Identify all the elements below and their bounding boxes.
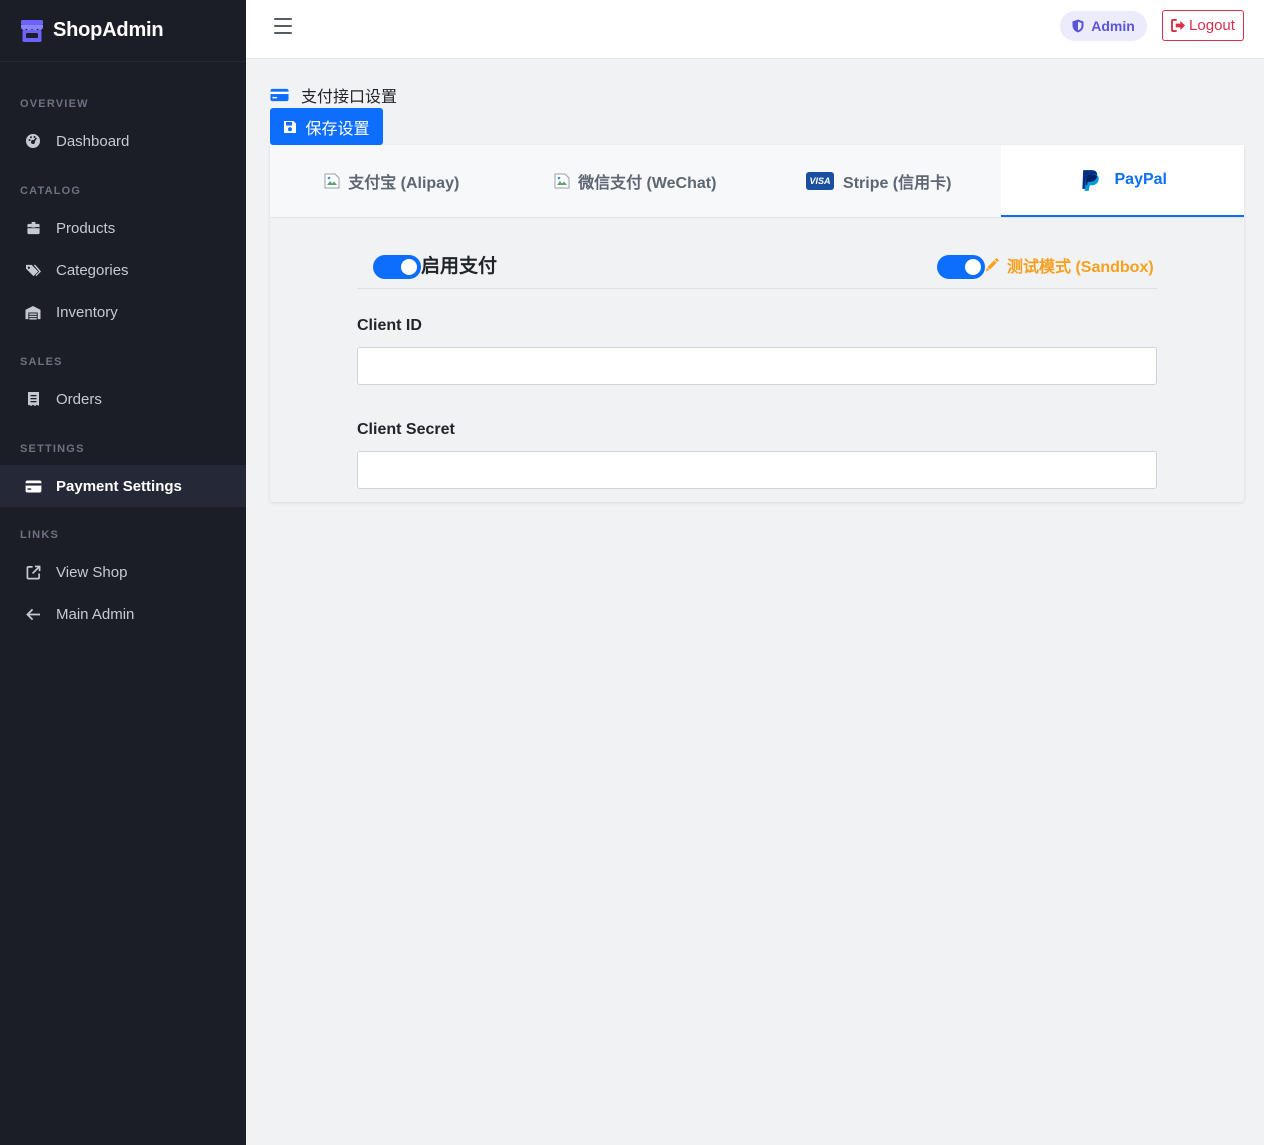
brand-name: ShopAdmin — [53, 19, 164, 41]
tab-label: Stripe (信用卡) — [843, 175, 952, 192]
client-id-input[interactable] — [357, 347, 1157, 385]
tab-wechat[interactable]: 微信支付 (WeChat) — [514, 145, 758, 217]
tags-icon — [24, 261, 42, 279]
client-secret-label: Client Secret — [357, 421, 455, 438]
paypal-pane: 启用支付 测试模式 (Sandbox) Client ID Client Sec… — [270, 218, 1244, 489]
brand[interactable]: ShopAdmin — [0, 0, 246, 62]
logout-button[interactable]: Logout — [1162, 10, 1244, 41]
paypal-icon — [1081, 169, 1099, 191]
enable-payment-label: 启用支付 — [421, 256, 498, 277]
sandbox-mode-text: 测试模式 (Sandbox) — [1007, 259, 1154, 276]
admin-label: Admin — [1091, 18, 1135, 34]
switch-row: 启用支付 测试模式 (Sandbox) — [357, 218, 1157, 289]
sidebar-item-dashboard[interactable]: Dashboard — [0, 120, 246, 162]
sidebar-item-label: Inventory — [56, 303, 118, 321]
logout-label: Logout — [1189, 17, 1235, 34]
sidebar-item-label: Main Admin — [56, 605, 135, 623]
box-icon — [24, 219, 42, 237]
receipt-icon — [24, 390, 42, 408]
sidebar-item-label: Payment Settings — [56, 477, 182, 495]
enable-payment-toggle[interactable] — [373, 255, 421, 279]
save-settings-button[interactable]: 保存设置 — [270, 108, 383, 145]
page-title-text: 支付接口设置 — [301, 89, 398, 106]
sidebar-item-label: Categories — [56, 261, 129, 279]
arrow-left-icon — [24, 605, 42, 623]
sidebar-item-label: Orders — [56, 390, 102, 408]
credit-card-icon — [24, 477, 42, 495]
broken-image-icon — [324, 173, 340, 189]
tab-paypal[interactable]: PayPal — [1000, 145, 1244, 217]
nav-section-overview: OVERVIEW — [20, 98, 89, 110]
warehouse-icon — [24, 303, 42, 321]
client-secret-input[interactable] — [357, 451, 1157, 489]
sidebar-item-orders[interactable]: Orders — [0, 378, 246, 420]
sidebar-item-label: Dashboard — [56, 132, 130, 150]
topbar: Admin Logout — [246, 0, 1264, 59]
tab-label: PayPal — [1114, 171, 1167, 188]
flask-icon — [986, 258, 999, 272]
page-title: 支付接口设置 — [270, 85, 398, 106]
save-icon — [284, 120, 297, 133]
shield-icon — [1072, 19, 1084, 33]
tab-alipay[interactable]: 支付宝 (Alipay) — [270, 145, 514, 217]
credit-card-icon — [270, 88, 289, 102]
sidebar: ShopAdmin OVERVIEW Dashboard CATALOG Pro… — [0, 0, 246, 1145]
sidebar-item-categories[interactable]: Categories — [0, 249, 246, 291]
sidebar-item-main-admin[interactable]: Main Admin — [0, 593, 246, 635]
payment-tabs: 支付宝 (Alipay) 微信支付 (WeChat) VISA Stripe (… — [270, 145, 1244, 218]
sandbox-mode-toggle[interactable] — [937, 255, 985, 279]
save-label: 保存设置 — [305, 120, 370, 138]
broken-image-icon — [554, 173, 570, 189]
dashboard-icon — [24, 132, 42, 150]
nav-section-links: LINKS — [20, 529, 59, 541]
tab-label: 支付宝 (Alipay) — [348, 175, 460, 192]
nav-section-catalog: CATALOG — [20, 185, 82, 197]
sign-out-icon — [1171, 19, 1186, 32]
sidebar-item-label: Products — [56, 219, 116, 237]
sandbox-mode-label: 测试模式 (Sandbox) — [984, 253, 1154, 277]
sidebar-item-label: View Shop — [56, 563, 128, 581]
tab-stripe[interactable]: VISA Stripe (信用卡) — [757, 145, 1001, 217]
store-icon — [21, 19, 43, 42]
sidebar-item-payment-settings[interactable]: Payment Settings — [0, 465, 246, 507]
nav-section-settings: SETTINGS — [20, 443, 85, 455]
menu-toggle-icon[interactable] — [274, 18, 292, 34]
visa-icon: VISA — [806, 172, 835, 190]
sidebar-item-products[interactable]: Products — [0, 207, 246, 249]
payment-settings-card: 支付宝 (Alipay) 微信支付 (WeChat) VISA Stripe (… — [270, 145, 1244, 502]
client-id-label: Client ID — [357, 317, 422, 334]
sidebar-item-inventory[interactable]: Inventory — [0, 291, 246, 333]
external-link-icon — [24, 563, 42, 581]
tab-label: 微信支付 (WeChat) — [578, 175, 717, 192]
sidebar-item-view-shop[interactable]: View Shop — [0, 551, 246, 593]
admin-badge: Admin — [1060, 11, 1147, 41]
nav-section-sales: SALES — [20, 356, 63, 368]
